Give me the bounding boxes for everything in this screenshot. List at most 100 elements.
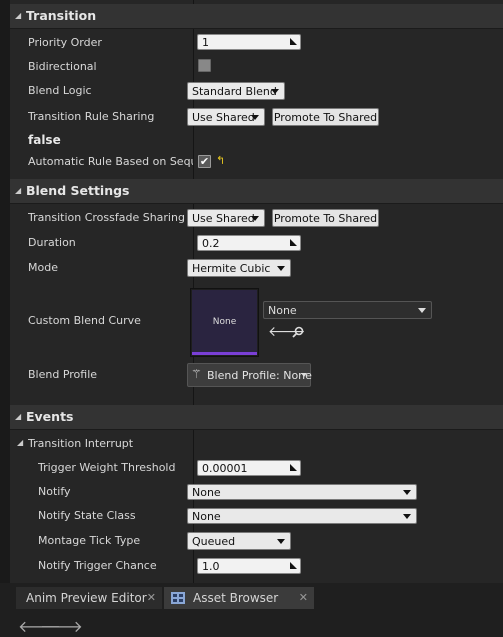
row-blend-profile: Blend Profile ⚚ Blend Profile: None <box>10 363 503 387</box>
row-notify-state-class: Notify State Class None <box>10 508 503 524</box>
close-icon[interactable]: ✕ <box>147 587 156 609</box>
details-panel: ◢ Transition Priority Order 1 Bidirectio… <box>10 0 503 583</box>
resize-grip-icon <box>290 38 297 45</box>
asset-grid-icon <box>171 592 185 604</box>
resize-grip-icon <box>290 562 297 569</box>
asset-type-bar <box>192 352 257 355</box>
notify-state-class-label: Notify State Class <box>38 509 136 522</box>
blend-profile-value: Blend Profile: None <box>207 369 312 382</box>
mode-dropdown[interactable]: Hermite Cubic <box>187 259 291 277</box>
promote-to-shared-button[interactable]: Promote To Shared <box>272 209 379 227</box>
priority-order-label: Priority Order <box>28 36 102 49</box>
trigger-weight-label: Trigger Weight Threshold <box>38 461 176 474</box>
row-trigger-weight: Trigger Weight Threshold 0.00001 <box>10 460 503 478</box>
row-rule-sharing: Transition Rule Sharing Use Shared Promo… <box>10 108 503 126</box>
skeleton-icon: ⚚ <box>191 367 202 381</box>
notify-label: Notify <box>38 485 71 498</box>
chevron-down-icon <box>271 89 279 94</box>
rule-sharing-dropdown[interactable]: Use Shared <box>187 108 265 126</box>
use-shared-value: Use Shared <box>192 111 255 124</box>
row-bidirectional: Bidirectional <box>10 59 503 75</box>
chevron-down-icon <box>403 490 411 495</box>
blend-profile-picker[interactable]: ⚚ Blend Profile: None <box>187 363 312 387</box>
curve-thumbnail[interactable]: None <box>190 288 259 357</box>
chevron-down-icon <box>251 115 259 120</box>
curve-asset-value: None <box>268 304 297 317</box>
duration-value: 0.2 <box>202 237 220 250</box>
bidirectional-checkbox[interactable] <box>198 59 211 72</box>
row-notify: Notify None <box>10 484 503 500</box>
collapse-triangle-icon[interactable]: ◢ <box>15 11 21 20</box>
notify-state-class-dropdown[interactable]: None <box>187 508 417 524</box>
false-text: false <box>28 133 61 147</box>
row-transition-interrupt[interactable]: ◢ Transition Interrupt <box>10 436 503 452</box>
row-false: false <box>10 133 503 149</box>
chevron-down-icon <box>301 373 307 377</box>
tab-label: Anim Preview Editor <box>26 591 147 605</box>
forward-arrow-icon[interactable]: 🡒 <box>40 616 83 636</box>
collapse-triangle-icon[interactable]: ◢ <box>15 412 21 421</box>
chevron-down-icon <box>251 216 259 221</box>
section-title: Blend Settings <box>26 183 130 198</box>
section-blend-settings[interactable]: ◢ Blend Settings <box>10 179 503 204</box>
row-crossfade-sharing: Transition Crossfade Sharing Use Shared … <box>10 209 503 227</box>
collapse-triangle-icon[interactable]: ◢ <box>15 186 21 195</box>
notify-state-class-value: None <box>192 510 221 523</box>
trigger-weight-value: 0.00001 <box>202 462 248 475</box>
notify-trigger-chance-input[interactable]: 1.0 <box>197 558 301 574</box>
reset-arrow-icon[interactable]: ↰ <box>216 154 225 167</box>
mode-label: Mode <box>28 261 58 274</box>
section-title: Transition <box>26 8 97 23</box>
blend-profile-label: Blend Profile <box>28 368 98 381</box>
custom-blend-curve-label: Custom Blend Curve <box>28 314 141 327</box>
transition-interrupt-label: Transition Interrupt <box>28 437 134 450</box>
priority-order-value: 1 <box>202 36 209 49</box>
auto-rule-label: Automatic Rule Based on Sequ <box>28 155 193 168</box>
collapse-triangle-icon[interactable]: ◢ <box>17 438 23 447</box>
resize-grip-icon <box>290 239 297 246</box>
section-events[interactable]: ◢ Events <box>10 405 503 430</box>
montage-tick-type-value: Queued <box>192 535 236 548</box>
chevron-down-icon <box>277 539 285 544</box>
montage-tick-type-label: Montage Tick Type <box>38 534 141 547</box>
section-transition[interactable]: ◢ Transition <box>10 4 503 29</box>
blend-logic-value: Standard Blend <box>192 85 277 98</box>
notify-value: None <box>192 486 221 499</box>
crossfade-sharing-dropdown[interactable]: Use Shared <box>187 209 265 227</box>
notify-dropdown[interactable]: None <box>187 484 417 500</box>
chevron-down-icon <box>403 514 411 519</box>
row-notify-trigger-chance: Notify Trigger Chance 1.0 <box>10 558 503 576</box>
curve-thumbnail-text: None <box>212 317 237 327</box>
section-title: Events <box>26 409 74 424</box>
chevron-down-icon <box>418 308 426 313</box>
row-priority-order: Priority Order 1 <box>10 34 503 52</box>
use-shared-value: Use Shared <box>192 212 255 225</box>
promote-to-shared-button[interactable]: Promote To Shared <box>272 108 379 126</box>
mode-value: Hermite Cubic <box>192 262 271 275</box>
checkmark-icon: ✔ <box>199 155 210 168</box>
row-auto-rule: Automatic Rule Based on Sequ ✔ ↰ <box>10 154 503 170</box>
duration-label: Duration <box>28 236 76 249</box>
chevron-down-icon <box>277 266 285 271</box>
tab-anim-preview-editor[interactable]: Anim Preview Editor ✕ <box>16 587 162 609</box>
bidirectional-label: Bidirectional <box>28 60 97 73</box>
montage-tick-type-dropdown[interactable]: Queued <box>187 532 291 550</box>
tab-asset-browser[interactable]: Asset Browser ✕ <box>164 587 314 609</box>
notify-trigger-chance-label: Notify Trigger Chance <box>38 559 157 572</box>
trigger-weight-input[interactable]: 0.00001 <box>197 460 301 476</box>
blend-logic-label: Blend Logic <box>28 84 92 97</box>
curve-asset-picker[interactable]: None <box>263 301 432 319</box>
duration-input[interactable]: 0.2 <box>197 235 301 251</box>
close-icon[interactable]: ✕ <box>299 587 308 609</box>
auto-rule-checkbox[interactable]: ✔ <box>198 155 211 168</box>
row-montage-tick-type: Montage Tick Type Queued <box>10 532 503 550</box>
priority-order-input[interactable]: 1 <box>197 34 301 50</box>
blend-logic-dropdown[interactable]: Standard Blend <box>187 82 285 100</box>
resize-grip-icon <box>290 464 297 471</box>
browse-search-icon[interactable] <box>292 326 304 338</box>
rule-sharing-label: Transition Rule Sharing <box>28 110 155 123</box>
row-blend-logic: Blend Logic Standard Blend <box>10 82 503 100</box>
row-mode: Mode Hermite Cubic <box>10 259 503 277</box>
crossfade-sharing-label: Transition Crossfade Sharing <box>28 211 185 224</box>
tab-label: Asset Browser <box>193 591 279 605</box>
